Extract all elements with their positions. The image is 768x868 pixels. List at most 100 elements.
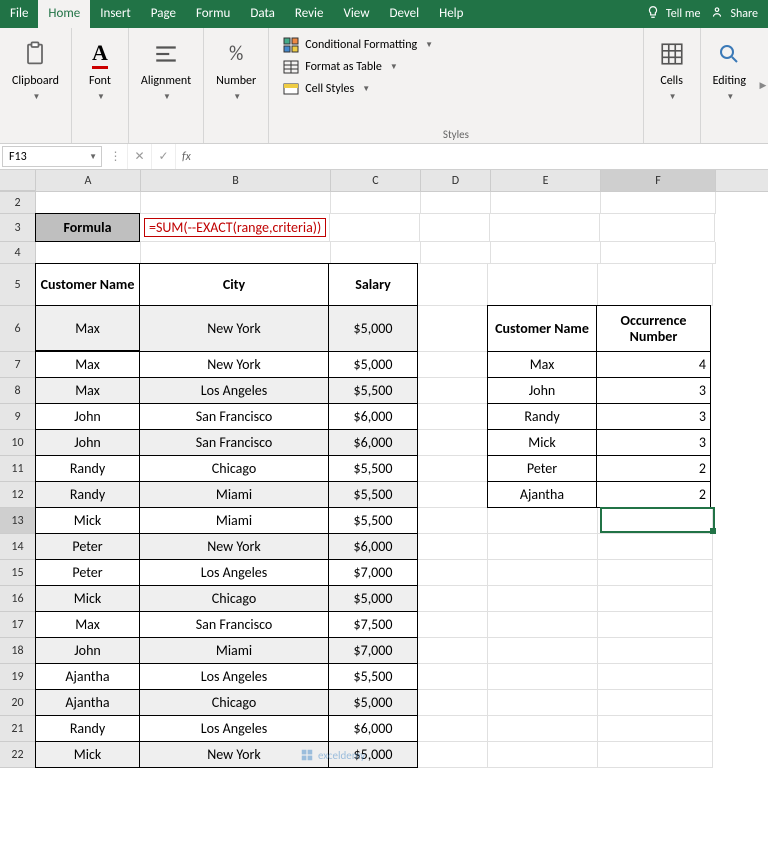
- cell[interactable]: Formula: [35, 213, 140, 242]
- cell[interactable]: $7,000: [328, 637, 418, 664]
- cell[interactable]: [598, 560, 713, 586]
- tell-me[interactable]: Tell me: [666, 7, 701, 21]
- row-header[interactable]: 12: [0, 482, 36, 508]
- row-header[interactable]: 10: [0, 430, 36, 456]
- cell[interactable]: [598, 586, 713, 612]
- row-header[interactable]: 22: [0, 742, 36, 768]
- cell[interactable]: New York: [139, 305, 329, 352]
- cell[interactable]: [418, 508, 488, 534]
- cell[interactable]: [36, 242, 141, 264]
- cell[interactable]: [488, 690, 598, 716]
- cell[interactable]: $5,500: [328, 507, 418, 534]
- tab-file[interactable]: File: [0, 0, 38, 28]
- cell[interactable]: $6,000: [328, 533, 418, 560]
- cell[interactable]: San Francisco: [139, 429, 329, 456]
- row-header[interactable]: 2: [0, 192, 36, 214]
- cell[interactable]: [418, 690, 488, 716]
- cell[interactable]: [418, 612, 488, 638]
- tab-review[interactable]: Revie: [285, 0, 334, 28]
- cell[interactable]: [418, 664, 488, 690]
- cell[interactable]: [418, 742, 488, 768]
- cell[interactable]: $5,000: [328, 689, 418, 716]
- row-header[interactable]: 16: [0, 586, 36, 612]
- fx-icon[interactable]: fx: [176, 144, 197, 169]
- cells-button[interactable]: Cells ▼: [654, 34, 690, 106]
- cell[interactable]: [491, 242, 601, 264]
- cell[interactable]: [488, 716, 598, 742]
- cell[interactable]: Max: [35, 305, 140, 351]
- cell[interactable]: [598, 716, 713, 742]
- cell[interactable]: John: [35, 429, 140, 456]
- cell[interactable]: [141, 242, 331, 264]
- cell[interactable]: Randy: [35, 455, 140, 482]
- cell[interactable]: Mick: [35, 741, 140, 768]
- cell[interactable]: Randy: [487, 403, 597, 430]
- cell[interactable]: [601, 192, 716, 214]
- cell-styles-button[interactable]: Cell Styles ▼: [279, 78, 437, 100]
- row-header[interactable]: 4: [0, 242, 36, 264]
- cell[interactable]: [418, 560, 488, 586]
- conditional-formatting-button[interactable]: Conditional Formatting ▼: [279, 34, 437, 56]
- cell[interactable]: Peter: [35, 533, 140, 560]
- cell[interactable]: John: [487, 377, 597, 404]
- cell[interactable]: [418, 378, 488, 404]
- clipboard-button[interactable]: Clipboard ▼: [10, 34, 61, 106]
- cell[interactable]: Max: [35, 611, 140, 638]
- cell[interactable]: City: [139, 263, 329, 306]
- cell[interactable]: John: [35, 403, 140, 430]
- cell[interactable]: [488, 638, 598, 664]
- cell[interactable]: [421, 192, 491, 214]
- cell[interactable]: [418, 716, 488, 742]
- cell[interactable]: [418, 352, 488, 378]
- cell[interactable]: Peter: [487, 455, 597, 482]
- cell[interactable]: [330, 214, 420, 242]
- cell[interactable]: [488, 612, 598, 638]
- row-header[interactable]: 15: [0, 560, 36, 586]
- cell[interactable]: 2: [596, 481, 711, 508]
- cell[interactable]: [488, 586, 598, 612]
- number-button[interactable]: % Number ▼: [214, 34, 258, 106]
- cell[interactable]: San Francisco: [139, 403, 329, 430]
- cell[interactable]: Max: [487, 351, 597, 378]
- cell[interactable]: [488, 742, 598, 768]
- cell[interactable]: Occurrence Number: [596, 305, 711, 352]
- share-button[interactable]: Share: [730, 7, 758, 21]
- cell[interactable]: [418, 306, 488, 352]
- cell[interactable]: [488, 508, 598, 534]
- cell[interactable]: New York: [139, 351, 329, 378]
- tab-home[interactable]: Home: [38, 0, 90, 28]
- row-header[interactable]: 18: [0, 638, 36, 664]
- tab-formulas[interactable]: Formu: [186, 0, 240, 28]
- cell[interactable]: Los Angeles: [139, 715, 329, 742]
- row-header[interactable]: 13: [0, 508, 36, 534]
- tab-data[interactable]: Data: [240, 0, 285, 28]
- cell[interactable]: [491, 192, 601, 214]
- cell[interactable]: [420, 214, 490, 242]
- cell[interactable]: San Francisco: [139, 611, 329, 638]
- col-header[interactable]: E: [491, 170, 601, 191]
- cell[interactable]: [36, 192, 141, 214]
- select-all-corner[interactable]: [0, 170, 36, 191]
- cell[interactable]: [600, 214, 715, 242]
- cell[interactable]: $6,000: [328, 715, 418, 742]
- editing-button[interactable]: Editing ▼: [711, 34, 748, 106]
- cell[interactable]: Max: [35, 377, 140, 404]
- row-header[interactable]: 11: [0, 456, 36, 482]
- row-header[interactable]: 7: [0, 352, 36, 378]
- enter-icon[interactable]: ✓: [152, 144, 176, 169]
- cell[interactable]: [418, 638, 488, 664]
- cell[interactable]: [418, 586, 488, 612]
- cell[interactable]: [598, 264, 713, 306]
- cell[interactable]: Los Angeles: [139, 559, 329, 586]
- cell[interactable]: [488, 664, 598, 690]
- cell[interactable]: [488, 560, 598, 586]
- cell[interactable]: [488, 534, 598, 560]
- row-header[interactable]: 8: [0, 378, 36, 404]
- cell[interactable]: New York: [139, 533, 329, 560]
- cell[interactable]: Ajantha: [487, 481, 597, 508]
- cell[interactable]: [488, 264, 598, 306]
- row-header[interactable]: 9: [0, 404, 36, 430]
- cell[interactable]: $5,000: [328, 351, 418, 378]
- tab-developer[interactable]: Devel: [380, 0, 430, 28]
- row-header[interactable]: 21: [0, 716, 36, 742]
